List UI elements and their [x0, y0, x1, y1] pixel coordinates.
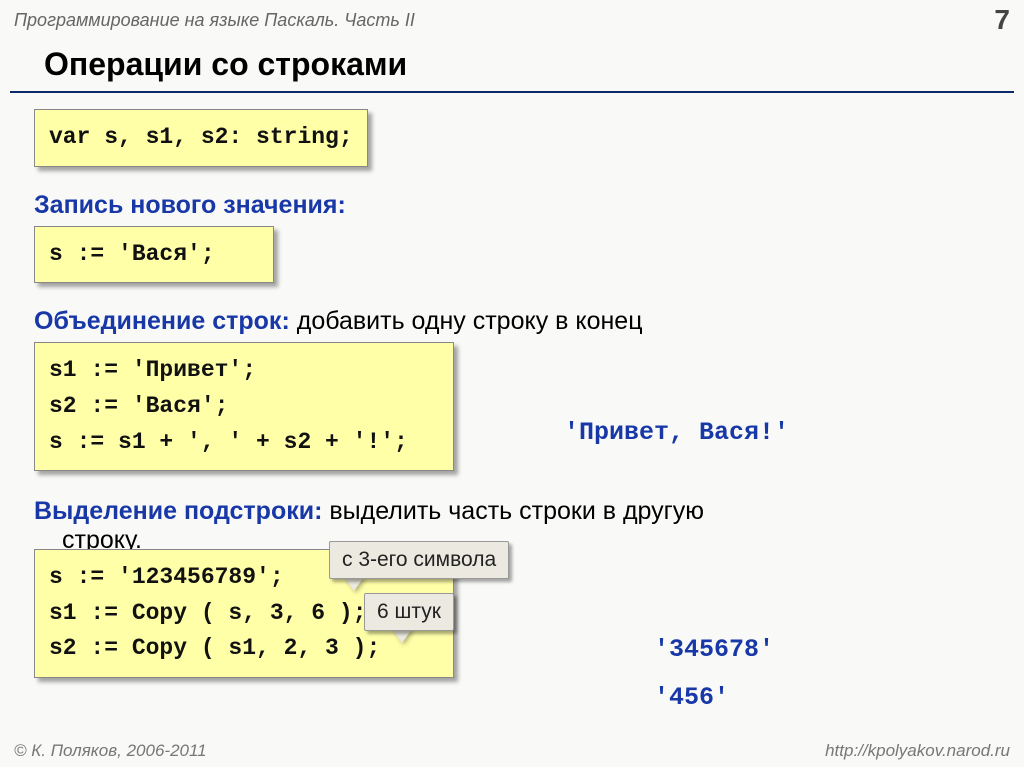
copyright: © К. Поляков, 2006-2011 — [14, 741, 207, 761]
section3-result2: '456' — [654, 683, 729, 712]
slide-content: var s, s1, s2: string; Запись нового зна… — [0, 93, 1024, 692]
page-number: 7 — [994, 4, 1010, 36]
section2-result: 'Привет, Вася!' — [564, 418, 789, 447]
section1-code: s := 'Вася'; — [34, 226, 274, 284]
code-line: s2 := Copy ( s1, 2, 3 ); — [49, 631, 439, 667]
section2-code: s1 := 'Привет'; s2 := 'Вася'; s := s1 + … — [34, 342, 454, 471]
code-line: s2 := 'Вася'; — [49, 389, 439, 425]
slide-footer: © К. Поляков, 2006-2011 http://kpolyakov… — [0, 741, 1024, 761]
section1-label: Запись нового значения: — [34, 191, 990, 220]
section3-result1: '345678' — [654, 635, 774, 664]
slide-title: Операции со строками — [10, 40, 1014, 93]
callout-6-pieces: 6 штук — [364, 593, 454, 631]
code-line: s := s1 + ', ' + s2 + '!'; — [49, 425, 439, 461]
section2-desc: добавить одну строку в конец — [290, 307, 643, 335]
code-declaration: var s, s1, s2: string; — [34, 109, 368, 167]
callout-from-3rd: с 3-его символа — [329, 541, 509, 579]
course-title: Программирование на языке Паскаль. Часть… — [14, 10, 415, 31]
section2-label-bold: Объединение строк: — [34, 307, 290, 335]
footer-url: http://kpolyakov.narod.ru — [825, 741, 1010, 761]
callout-tail-icon — [344, 577, 364, 591]
code-line: s1 := 'Привет'; — [49, 353, 439, 389]
section3-row: s := '123456789'; s1 := Copy ( s, 3, 6 )… — [34, 555, 990, 692]
section2-row: s1 := 'Привет'; s2 := 'Вася'; s := s1 + … — [34, 336, 990, 485]
section2-label: Объединение строк: добавить одну строку … — [34, 307, 990, 336]
section3-desc: выделить часть строки в другую — [322, 497, 704, 525]
callout-tail-icon — [392, 629, 412, 643]
slide-header: Программирование на языке Паскаль. Часть… — [0, 0, 1024, 40]
section3-label-bold: Выделение подстроки: — [34, 497, 322, 525]
section3-label: Выделение подстроки: выделить часть стро… — [34, 497, 990, 526]
